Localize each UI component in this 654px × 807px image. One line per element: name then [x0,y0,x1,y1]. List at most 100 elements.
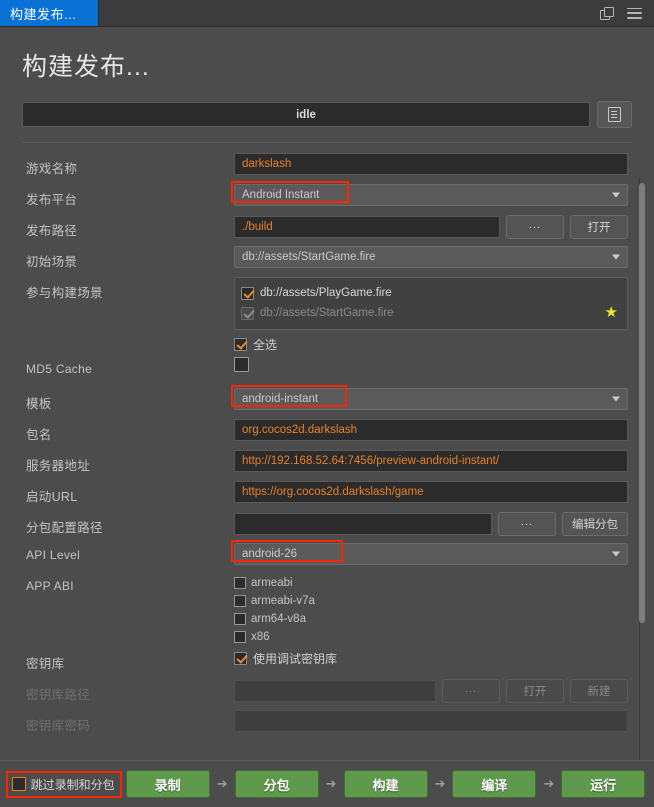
edit-subpackage-button[interactable]: 编辑分包 [562,512,628,536]
template-select[interactable]: android-instant [231,385,628,410]
label-server-url: 服务器地址 [26,459,91,473]
hamburger-menu-icon[interactable] [627,7,642,19]
tab-label: 构建发布... [10,6,77,22]
game-name-input[interactable]: darkslash [234,153,628,175]
skip-record-checkbox[interactable] [11,777,26,791]
abi-label: armeabi [251,576,293,589]
label-keystore: 密钥库 [26,657,65,671]
row-api-level: API Level android-26 [26,540,628,571]
select-all-row[interactable]: 全选 [234,334,628,354]
row-platform: 发布平台 Android Instant [26,181,628,212]
subpackage-button[interactable]: 分包 [234,770,319,798]
build-path-browse-button[interactable]: ... [506,215,564,239]
label-subpackage-config: 分包配置路径 [26,521,103,535]
keystore-new-button: 新建 [570,679,628,703]
label-platform: 发布平台 [26,193,78,207]
label-keystore-path: 密钥库路径 [26,688,91,702]
row-keystore-password: 密钥库密码 [26,710,628,738]
scene-checkbox[interactable] [241,286,254,300]
row-subpackage-config: 分包配置路径 ... 编辑分包 [26,512,628,540]
api-level-select[interactable]: android-26 [231,540,628,565]
label-package-name: 包名 [26,428,52,442]
row-md5-cache: MD5 Cache [26,357,628,385]
list-item[interactable]: armeabi-v7a [234,592,315,609]
label-game-name: 游戏名称 [26,162,78,176]
run-button[interactable]: 运行 [561,770,646,798]
abi-checkbox-group: armeabi armeabi-v7a arm64-v8a x86 [234,574,315,645]
list-item[interactable]: db://assets/PlayGame.fire [241,283,621,303]
build-path-input[interactable]: ./build [234,216,500,238]
abi-checkbox[interactable] [234,630,246,643]
chevron-down-icon [612,551,620,557]
abi-checkbox[interactable] [234,594,246,607]
build-publish-panel: 构建发布... idle 游戏名称 darkslash 发布平台 Android… [0,27,654,807]
tab-build-publish[interactable]: 构建发布... [0,0,99,26]
build-button[interactable]: 构建 [343,770,428,798]
chevron-down-icon [612,396,620,402]
row-server-url: 服务器地址 http://192.168.52.64:7456/preview-… [26,450,628,478]
template-value: android-instant [242,393,319,405]
vertical-scrollbar[interactable] [639,177,646,777]
subpackage-browse-button[interactable]: ... [498,512,556,536]
platform-select[interactable]: Android Instant [231,181,628,206]
keystore-path-input [234,680,436,702]
select-all-checkbox[interactable] [234,337,247,351]
arrow-right-icon: ➜ [216,776,228,791]
label-keystore-password: 密钥库密码 [26,719,91,733]
use-debug-keystore-row[interactable]: 使用调试密钥库 [234,648,337,668]
label-build-path: 发布路径 [26,224,78,238]
build-settings-form: 游戏名称 darkslash 发布平台 Android Instant 发布路径… [0,153,654,738]
server-url-input[interactable]: http://192.168.52.64:7456/preview-androi… [234,450,628,472]
platform-value: Android Instant [242,189,320,201]
select-all-label: 全选 [253,337,278,352]
label-md5-cache: MD5 Cache [26,362,93,376]
open-log-button[interactable] [597,101,632,128]
abi-checkbox[interactable] [234,612,246,625]
restore-window-icon[interactable] [600,6,614,20]
package-name-input[interactable]: org.cocos2d.darkslash [234,419,628,441]
build-path-open-button[interactable]: 打开 [570,215,628,239]
list-item: db://assets/StartGame.fire [241,303,621,323]
skip-record-label: 跳过录制和分包 [30,777,115,792]
list-item[interactable]: arm64-v8a [234,610,315,627]
row-start-scene: 初始场景 db://assets/StartGame.fire [26,246,628,274]
md5-cache-checkbox[interactable] [234,357,249,372]
window-titlebar: 构建发布... [0,0,654,27]
chevron-down-icon [612,192,620,198]
list-item[interactable]: armeabi [234,574,315,591]
label-app-abi: APP ABI [26,579,74,593]
row-start-url: 启动URL https://org.cocos2d.darkslash/game [26,481,628,509]
abi-checkbox[interactable] [234,576,246,589]
arrow-right-icon: ➜ [325,776,337,791]
start-scene-select[interactable]: db://assets/StartGame.fire [234,246,628,268]
star-icon: ★ [604,304,618,321]
header-divider [22,142,632,143]
row-keystore: 密钥库 使用调试密钥库 [26,648,628,676]
label-start-url: 启动URL [26,490,78,504]
chevron-down-icon [612,254,620,260]
build-progress-bar: idle [22,102,590,127]
skip-record-checkbox-row[interactable]: 跳过录制和分包 [5,770,122,798]
action-bar: 跳过录制和分包 录制 ➜ 分包 ➜ 构建 ➜ 编译 ➜ 运行 [0,760,654,807]
compile-button[interactable]: 编译 [452,770,537,798]
label-scenes: 参与构建场景 [26,286,103,300]
use-debug-keystore-checkbox[interactable] [234,651,247,665]
row-package-name: 包名 org.cocos2d.darkslash [26,419,628,447]
label-start-scene: 初始场景 [26,255,78,269]
log-document-icon [608,107,621,122]
scrollbar-thumb[interactable] [639,183,645,623]
label-api-level: API Level [26,548,81,562]
arrow-right-icon: ➜ [434,776,446,791]
use-debug-keystore-label: 使用调试密钥库 [253,651,338,666]
start-url-input[interactable]: https://org.cocos2d.darkslash/game [234,481,628,503]
label-template: 模板 [26,397,52,411]
list-item[interactable]: x86 [234,628,315,645]
abi-label: arm64-v8a [251,612,306,625]
subpackage-config-input[interactable] [234,513,492,535]
row-build-path: 发布路径 ./build ... 打开 [26,215,628,243]
record-button[interactable]: 录制 [125,770,210,798]
keystore-browse-button: ... [442,679,500,703]
row-scenes: 参与构建场景 db://assets/PlayGame.fire db://as… [26,277,628,354]
row-app-abi: APP ABI armeabi armeabi-v7a arm64-v8a x8… [26,574,628,645]
api-level-value: android-26 [242,548,297,560]
